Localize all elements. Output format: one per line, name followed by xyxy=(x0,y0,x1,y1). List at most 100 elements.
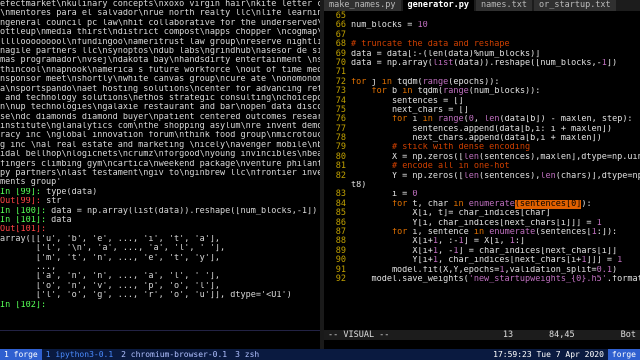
array-output-line: array([['u', 'b', 'e', ..., 'i', 't', 'a… xyxy=(0,234,221,244)
terminal-screen: efectmarket\nkulinary concepts\nxoxo vir… xyxy=(0,0,640,360)
code-text: Y = np.zeros([len(sentences),len(chars)]… xyxy=(351,172,640,181)
ipython-pane[interactable]: efectmarket\nkulinary concepts\nxoxo vir… xyxy=(0,0,320,349)
tmux-window-2[interactable]: 2 chromium-browser-0.1 xyxy=(117,349,231,360)
code-token: # truncate the data and reshape xyxy=(351,40,510,50)
input-code: type(data) xyxy=(40,187,98,197)
code-text: for j in tqdm(range(epochs)): xyxy=(351,78,640,87)
code-token: num_blocks = xyxy=(351,21,418,31)
code-text: # stick with dense encoding xyxy=(351,143,640,152)
array-output-line: ..., xyxy=(0,262,57,272)
code-token: list xyxy=(432,58,454,68)
output-line: nagile partners llc\nsynoptos\ndub labs\… xyxy=(0,46,320,56)
code-line: 72 for j in tqdm(range(epochs)): xyxy=(324,77,640,87)
input-prompt: In [99]: xyxy=(0,187,41,197)
code-token: len xyxy=(463,152,479,162)
pane-separator xyxy=(0,330,320,331)
code-line: 90 Y[i+1, char_indices[next_chars[i+1]]]… xyxy=(324,255,640,265)
code-token: range xyxy=(422,77,449,87)
vim-status-right: 13 84,45 Bot xyxy=(503,330,636,340)
code-token: next_chars = [] xyxy=(351,105,469,115)
code-line: 65 xyxy=(324,11,640,21)
code-token: in xyxy=(422,115,433,125)
code-line: 69 data = data[:-(len(data)%num_blocks)] xyxy=(324,49,640,59)
code-token: data = data[:-(len(data)%num_blocks)] xyxy=(351,49,541,59)
code-token: ] = X[i, xyxy=(463,237,510,247)
code-token: b xyxy=(386,87,403,97)
code-line: 74 sentences = [] xyxy=(324,96,640,106)
output-line: and technology solutions\nethos strategi… xyxy=(0,93,320,103)
code-line: 76 for i in range(0, len(data[b]) - maxl… xyxy=(324,114,640,125)
code-text: data = np.array(list(data)).reshape([num… xyxy=(351,59,640,68)
code-line: 87 for i, sentence in enumerate(sentence… xyxy=(324,227,640,237)
code-text: Y[i+1, char_indices[next_chars[i+1]]] = … xyxy=(351,256,640,265)
code-text: X[i, t]= char_indices[char] xyxy=(351,209,640,218)
ipython-cell: In [102]: xyxy=(0,301,320,310)
selection-count: 13 xyxy=(502,330,514,340)
vim-tab[interactable]: or_startup.txt xyxy=(534,0,616,11)
code-token: (sentences), xyxy=(478,171,541,181)
code-line: 66 num_blocks = 10 xyxy=(324,20,640,31)
scroll-position: Bot xyxy=(620,330,636,340)
code-token: (sentences[ xyxy=(535,227,592,237)
vim-tab[interactable]: make_names.py xyxy=(324,0,401,11)
ipython-cell: Out[99]: str xyxy=(0,197,320,206)
code-text: for t, char in enumerate(sentences[0]): xyxy=(351,199,640,209)
input-code: data xyxy=(46,215,72,225)
code-token: enumerate xyxy=(489,227,536,237)
code-token: (data[b]) - maxlen, step): xyxy=(499,115,633,125)
code-text: data = data[:-(len(data)%num_blocks)] xyxy=(351,50,640,59)
code-token: 10 xyxy=(417,21,428,31)
tmux-session[interactable]: 1 forge xyxy=(0,349,42,360)
code-token: 1 xyxy=(617,256,623,266)
tmux-window-3[interactable]: 3 zsh xyxy=(231,349,263,360)
output-line: a\nsportspando\naet hosting solutions\nc… xyxy=(0,84,320,94)
output-line: nsponsor meet\nshortly\nwhite canvas gro… xyxy=(0,75,320,85)
code-token: sentences = [] xyxy=(351,96,464,106)
input-prompt[interactable]: In [102]: xyxy=(0,301,46,310)
code-token: sentences.append(data[b,i: i + maxlen]) xyxy=(351,124,612,134)
code-token: for xyxy=(391,115,408,125)
code-token: range xyxy=(438,115,464,125)
tmux-window-1[interactable]: 1 ipython3-0.1 xyxy=(42,349,117,360)
code-token: tqdm( xyxy=(391,77,423,87)
vim-tab[interactable]: generator.py xyxy=(402,0,474,11)
code-token: for xyxy=(351,77,367,87)
vim-statusline: -- VISUAL -- 13 84,45 Bot xyxy=(324,330,640,340)
code-token: i, sentence xyxy=(407,227,474,237)
vim-pane[interactable]: make_names.py generator.py names.txt or_sta… xyxy=(324,0,640,349)
vim-tab[interactable]: names.txt xyxy=(475,0,533,11)
code-text: X = np.zeros([len(sentences),maxlen],dty… xyxy=(351,153,640,162)
code-token: for xyxy=(391,227,408,237)
ipython-output: efectmarket\nkulinary concepts\nxoxo vir… xyxy=(0,0,320,310)
code-line: 85 X[i, t]= char_indices[char] xyxy=(324,208,640,218)
output-line: thincool\nnapnook\namerica s future work… xyxy=(0,65,320,75)
output-line: ments group' xyxy=(0,178,62,188)
output-line: py partners\nlast testament\ngiv to\ngin… xyxy=(0,169,320,179)
code-token: len xyxy=(463,171,479,181)
code-token: , char_indices[next_chars[i+ xyxy=(438,256,582,266)
code-text: next_chars.append(data[b,i + maxlen]) xyxy=(351,134,640,143)
code-token: :]): xyxy=(596,227,618,237)
code-token: (sentences[0] xyxy=(514,199,582,209)
code-token: X[i+ xyxy=(351,237,433,247)
output-line: mas programador\nvsej\ndakota bay\nhands… xyxy=(0,56,320,66)
code-token: ,validation_split= xyxy=(504,265,597,275)
code-line: t8) xyxy=(324,181,640,190)
code-editor[interactable]: 65 66 num_blocks = 10 67 68 # truncate the da… xyxy=(324,11,640,284)
code-line: 89 X[i+1, -1] = char_indices[next_chars[… xyxy=(324,246,640,256)
output-line: ottleup\nmedia thirst\ndistrict compost\… xyxy=(0,28,320,38)
code-token: (sentences),maxlen],dtype=np.uint8) xyxy=(478,152,640,162)
code-token: len xyxy=(540,171,556,181)
code-text: t8) xyxy=(351,181,640,190)
code-token: , :- xyxy=(438,237,459,247)
code-token: model.save_weights( xyxy=(351,274,469,284)
code-text: next_chars = [] xyxy=(351,106,640,115)
output-value: str xyxy=(40,197,62,207)
code-token: X[i+ xyxy=(351,246,433,256)
ipython-cell: In [101]: data xyxy=(0,216,320,225)
